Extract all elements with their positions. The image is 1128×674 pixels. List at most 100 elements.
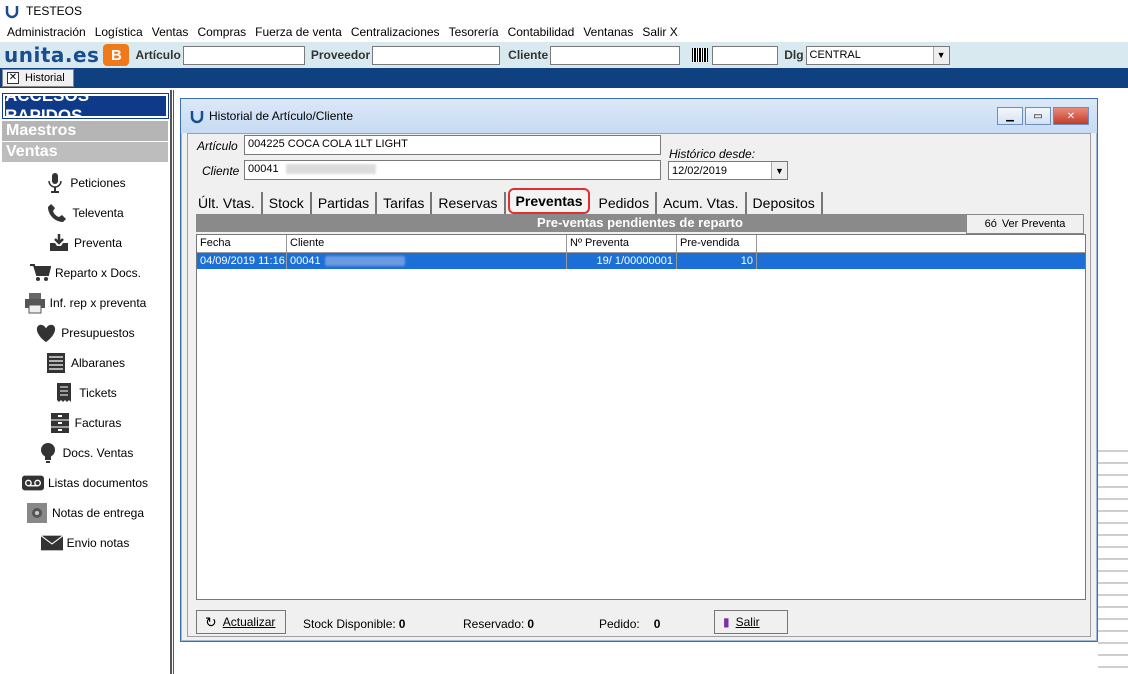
tab-reservas[interactable]: Reservas: [432, 192, 506, 214]
menu-centralizaciones[interactable]: Centralizaciones: [351, 25, 440, 39]
menu-fuerza-de-venta[interactable]: Fuerza de venta: [255, 25, 342, 39]
dlg-select[interactable]: CENTRAL ▼: [805, 45, 950, 65]
chevron-down-icon[interactable]: ▼: [771, 162, 787, 179]
reservado-label: Reservado:: [463, 617, 525, 631]
section-ventas[interactable]: Ventas: [2, 142, 168, 162]
close-icon[interactable]: ✕: [7, 72, 19, 84]
menu-bar: Administración Logística Ventas Compras …: [0, 22, 1128, 42]
inbox-download-icon: [48, 232, 70, 254]
articulo-search-input[interactable]: [182, 45, 305, 65]
sidebar-item-presupuestos[interactable]: Presupuestos: [0, 318, 170, 348]
cliente-field[interactable]: 00041: [244, 160, 661, 180]
printer-icon: [24, 292, 46, 314]
window-title: Historial de Artículo/Cliente: [209, 109, 354, 123]
close-icon: ✕: [1066, 110, 1076, 122]
sidebar-item-notas[interactable]: Notas de entrega: [0, 498, 170, 528]
tab-partidas[interactable]: Partidas: [311, 192, 378, 214]
sidebar-item-envio-notas[interactable]: Envio notas: [0, 528, 170, 558]
column-fecha[interactable]: Fecha: [197, 235, 287, 252]
dlg-label: Dlg: [784, 48, 804, 62]
articulo-field[interactable]: 004225 COCA COLA 1LT LIGHT: [244, 135, 661, 155]
chevron-down-icon[interactable]: ▼: [932, 46, 949, 64]
sidebar-item-peticiones[interactable]: Peticiones: [0, 168, 170, 198]
tab-preventas[interactable]: Preventas: [507, 188, 591, 214]
ver-preventa-button[interactable]: 6ó Ver Preventa: [966, 214, 1084, 234]
refresh-icon: ↻: [205, 613, 217, 630]
envelope-icon: [40, 532, 63, 554]
actualizar-button[interactable]: ↻ Actualizar: [196, 610, 286, 634]
menu-tesoreria[interactable]: Tesorería: [449, 25, 499, 39]
tab-stock[interactable]: Stock: [262, 192, 312, 214]
column-cliente[interactable]: Cliente: [287, 235, 567, 252]
tab-tarifas[interactable]: Tarifas: [377, 192, 433, 214]
bottom-bar: ↻ Actualizar Stock Disponible: 0 Reservad…: [192, 606, 1086, 636]
sidebar-item-preventa[interactable]: Preventa: [0, 228, 170, 258]
salir-label: Salir: [735, 615, 760, 629]
column-n-preventa[interactable]: Nº Preventa: [567, 235, 677, 252]
menu-ventanas[interactable]: Ventanas: [583, 25, 633, 39]
cliente-search-label: Cliente: [508, 48, 549, 62]
tab-historial[interactable]: ✕ Historial: [2, 69, 74, 87]
barcode-input[interactable]: [712, 45, 779, 65]
actualizar-label: Actualizar: [222, 615, 276, 629]
sidebar-item-tickets[interactable]: Tickets: [0, 378, 170, 408]
list-icon: [45, 352, 67, 374]
sidebar-item-reparto[interactable]: Reparto x Docs.: [0, 258, 170, 288]
historial-window: Historial de Artículo/Cliente ▁ ▭ ✕ Artí…: [180, 98, 1098, 642]
pedido-stat: Pedido: 0: [599, 617, 660, 631]
sidebar-item-label: Albaranes: [70, 356, 126, 370]
tab-depositos[interactable]: Depositos: [746, 192, 823, 214]
cliente-value: 00041: [248, 163, 279, 175]
tab-ult-vtas[interactable]: Últ. Vtas.: [192, 192, 263, 214]
tab-pedidos[interactable]: Pedidos: [592, 192, 658, 214]
column-pre-vendida[interactable]: Pre-vendida: [677, 235, 757, 252]
sidebar-item-label: Listas documentos: [47, 476, 149, 490]
sidebar-item-facturas[interactable]: Facturas: [0, 408, 170, 438]
redacted-client-name: [285, 164, 376, 175]
sidebar-item-label: Inf. rep x preventa: [49, 296, 147, 310]
proveedor-search-input[interactable]: [372, 45, 501, 65]
safe-icon: [26, 502, 48, 524]
brand-logo: unita.es: [4, 43, 99, 67]
cliente-search-input[interactable]: [550, 45, 681, 65]
menu-ventas[interactable]: Ventas: [152, 25, 189, 39]
stock-value: 0: [398, 617, 406, 631]
sidebar-item-albaranes[interactable]: Albaranes: [0, 348, 170, 378]
brand-text: unita.es: [4, 43, 100, 67]
grid-header: Fecha Cliente Nº Preventa Pre-vendida: [197, 235, 1085, 253]
menu-administracion[interactable]: Administración: [7, 25, 86, 39]
minimize-button[interactable]: ▁: [997, 107, 1023, 125]
maximize-icon: ▭: [1033, 110, 1043, 122]
menu-salir[interactable]: Salir X: [642, 25, 677, 39]
articulo-label: Artículo: [197, 139, 238, 153]
app-logo-icon: [5, 6, 19, 19]
sidebar-item-inf-rep[interactable]: Inf. rep x preventa: [0, 288, 170, 318]
sidebar-item-listas[interactable]: Listas documentos: [0, 468, 170, 498]
close-window-button[interactable]: ✕: [1053, 107, 1089, 125]
app-titlebar: TESTEOS: [0, 0, 1128, 22]
search-toolbar: unita.es B Artículo Proveedor Cliente Dl…: [0, 42, 1128, 68]
historico-date-picker[interactable]: 12/02/2019 ▼: [668, 161, 788, 180]
reservado-stat: Reservado: 0: [463, 617, 534, 631]
salir-button[interactable]: ▮ Salir: [714, 610, 788, 634]
sidebar-item-label: Presupuestos: [61, 326, 135, 340]
app-logo-icon: [190, 111, 204, 124]
dlg-select-value: CENTRAL: [809, 49, 861, 61]
window-body: Artículo 004225 COCA COLA 1LT LIGHT Clie…: [187, 133, 1091, 637]
sidebar-item-docs-ventas[interactable]: Docs. Ventas: [0, 438, 170, 468]
app-title: TESTEOS: [26, 4, 83, 18]
tab-acum-vtas[interactable]: Acum. Vtas.: [657, 192, 747, 214]
preventas-grid: Fecha Cliente Nº Preventa Pre-vendida 04…: [196, 234, 1086, 600]
file-cabinet-icon: [49, 412, 71, 434]
menu-compras[interactable]: Compras: [197, 25, 246, 39]
redacted-client-name: [324, 256, 405, 267]
ver-preventa-label: Ver Preventa: [1001, 218, 1066, 230]
sidebar-item-label: Docs. Ventas: [62, 446, 134, 460]
blogger-icon[interactable]: B: [103, 44, 130, 66]
receipt-icon: [53, 382, 75, 404]
sidebar-item-televenta[interactable]: Televenta: [0, 198, 170, 228]
maximize-button[interactable]: ▭: [1025, 107, 1051, 125]
menu-contabilidad[interactable]: Contabilidad: [508, 25, 575, 39]
table-row[interactable]: 04/09/2019 11:16: 00041 19/ 1/00000001 1…: [197, 253, 1085, 269]
menu-logistica[interactable]: Logística: [95, 25, 143, 39]
